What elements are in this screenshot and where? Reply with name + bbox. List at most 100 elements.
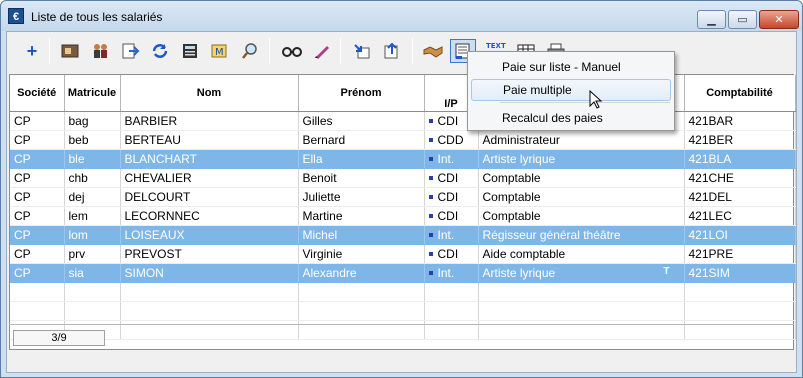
- table-row[interactable]: CP sia SIMON Alexandre Int. Artiste lyrique T 4…: [10, 263, 796, 283]
- bullet-icon: [428, 119, 433, 124]
- cell-compta: 421BER: [684, 130, 796, 150]
- cell-matricule: dej: [64, 187, 121, 207]
- card-icon[interactable]: [57, 39, 83, 63]
- cell-contrat: Int.: [424, 149, 479, 169]
- table-row[interactable]: CP ble BLANCHART Ella Int. Artiste lyrique 421…: [10, 149, 796, 169]
- empty-cell: [424, 282, 479, 302]
- svg-text:M: M: [215, 47, 224, 58]
- empty-cell: [10, 301, 65, 321]
- table-row[interactable]: CP lem LECORNNEC Martine CDI Comptable 421LEC: [10, 206, 796, 226]
- cell-emploi: Comptable: [478, 187, 685, 207]
- col-matricule[interactable]: Matricule: [64, 75, 121, 112]
- record-counter: 3/9: [13, 330, 105, 346]
- cell-contrat: CDI: [424, 168, 479, 188]
- empty-cell: [64, 301, 121, 321]
- cell-compta: 421CHE: [684, 168, 796, 188]
- table-row[interactable]: CP dej DELCOURT Juliette CDI Comptable 421DEL: [10, 187, 796, 207]
- contract-type: CDI: [437, 246, 459, 261]
- cell-prenom: Virginie: [298, 244, 425, 264]
- employee-table: Société Matricule Nom Prénom I/P Comptab…: [10, 75, 796, 340]
- maximize-icon: ▭: [737, 14, 748, 26]
- empty-cell: [478, 301, 685, 321]
- job-title: Régisseur général théâtre: [482, 227, 621, 242]
- pen-icon[interactable]: [309, 39, 335, 63]
- maximize-button[interactable]: ▭: [728, 10, 757, 29]
- col-societe[interactable]: Société: [10, 75, 65, 112]
- upload-icon[interactable]: [379, 39, 405, 63]
- glasses-icon[interactable]: [279, 39, 305, 63]
- cell-contrat: Int.: [424, 263, 479, 283]
- empty-cell: [684, 301, 796, 321]
- people-icon[interactable]: [87, 39, 113, 63]
- menu-separator: [500, 102, 670, 103]
- toolbar: + M TEXT: [7, 32, 796, 72]
- export-icon[interactable]: [117, 39, 143, 63]
- cell-nom: BERTEAU: [120, 130, 299, 150]
- app-icon: €: [8, 8, 24, 24]
- employee-grid[interactable]: Société Matricule Nom Prénom I/P Comptab…: [9, 74, 796, 350]
- job-title: Aide comptable: [482, 246, 566, 261]
- add-icon[interactable]: +: [19, 39, 45, 63]
- empty-cell: [120, 282, 299, 302]
- job-title: Comptable: [482, 189, 541, 204]
- cell-matricule: beb: [64, 130, 121, 150]
- contract-type: Int.: [437, 151, 455, 166]
- table-row[interactable]: CP lom LOISEAUX Michel Int. Régisseur général…: [10, 225, 796, 245]
- map-icon[interactable]: M: [207, 39, 233, 63]
- contract-type: CDD: [437, 132, 464, 147]
- col-prenom[interactable]: Prénom: [298, 75, 425, 112]
- job-title: Artiste lyrique: [482, 151, 556, 166]
- empty-row: [10, 320, 796, 340]
- table-row[interactable]: CP prv PREVOST Virginie CDI Aide comptable 421…: [10, 244, 796, 264]
- handshake-icon[interactable]: [420, 39, 446, 63]
- cell-prenom: Bernard: [298, 130, 425, 150]
- empty-cell: [684, 282, 796, 302]
- empty-cell: [684, 320, 796, 340]
- table-row[interactable]: CP beb BERTEAU Bernard CDD Administrateur 421B…: [10, 130, 796, 150]
- title-bar[interactable]: € Liste de tous les salariés ▁ ▭ ✕: [1, 1, 802, 31]
- close-button[interactable]: ✕: [759, 10, 799, 29]
- job-title: Comptable: [482, 208, 541, 223]
- menu-item-paie-multiple[interactable]: Paie multiple: [471, 79, 671, 101]
- cell-compta: 421PRE: [684, 244, 796, 264]
- cell-societe: CP: [10, 187, 65, 207]
- calculator-icon[interactable]: [177, 39, 203, 63]
- col-comptabilite[interactable]: Comptabilité: [684, 75, 796, 112]
- cell-nom: PREVOST: [120, 244, 299, 264]
- cell-prenom: Ella: [298, 149, 425, 169]
- cell-contrat: CDD: [424, 130, 479, 150]
- toolbar-separator: [49, 38, 50, 64]
- menu-item-recalcul[interactable]: Recalcul des paies: [471, 107, 671, 129]
- table-row[interactable]: CP bag BARBIER Gilles CDI 421BAR: [10, 111, 796, 131]
- refresh-icon[interactable]: [147, 39, 173, 63]
- cell-emploi: Aide comptable: [478, 244, 685, 264]
- job-title: Comptable: [482, 170, 541, 185]
- job-title: Administrateur: [482, 132, 560, 147]
- import-icon[interactable]: [349, 39, 375, 63]
- table-header-row: Société Matricule Nom Prénom I/P Comptab…: [10, 75, 796, 112]
- cell-societe: CP: [10, 206, 65, 226]
- cell-prenom: Michel: [298, 225, 425, 245]
- cell-matricule: ble: [64, 149, 121, 169]
- cell-societe: CP: [10, 168, 65, 188]
- cell-emploi: Administrateur: [478, 130, 685, 150]
- minimize-button[interactable]: ▁: [697, 10, 726, 29]
- col-nom[interactable]: Nom: [120, 75, 299, 112]
- search-icon[interactable]: [237, 39, 263, 63]
- empty-cell: [478, 320, 685, 340]
- cell-societe: CP: [10, 263, 65, 283]
- cell-emploi: Comptable: [478, 168, 685, 188]
- menu-item-paie-sur-liste[interactable]: Paie sur liste - Manuel: [471, 56, 671, 78]
- mouse-cursor-icon: [589, 90, 603, 109]
- status-divider: [9, 324, 794, 325]
- table-row[interactable]: CP chb CHEVALIER Benoit CDI Comptable 421CHE: [10, 168, 796, 188]
- empty-cell: [478, 282, 685, 302]
- cell-compta: 421SIM: [684, 263, 796, 283]
- empty-cell: [64, 282, 121, 302]
- row-flag: T: [663, 265, 670, 277]
- context-menu: Paie sur liste - Manuel Paie multiple Re…: [467, 51, 675, 131]
- empty-row: [10, 301, 796, 321]
- cell-contrat: CDI: [424, 206, 479, 226]
- cell-emploi: Artiste lyrique T: [478, 263, 685, 283]
- cell-matricule: chb: [64, 168, 121, 188]
